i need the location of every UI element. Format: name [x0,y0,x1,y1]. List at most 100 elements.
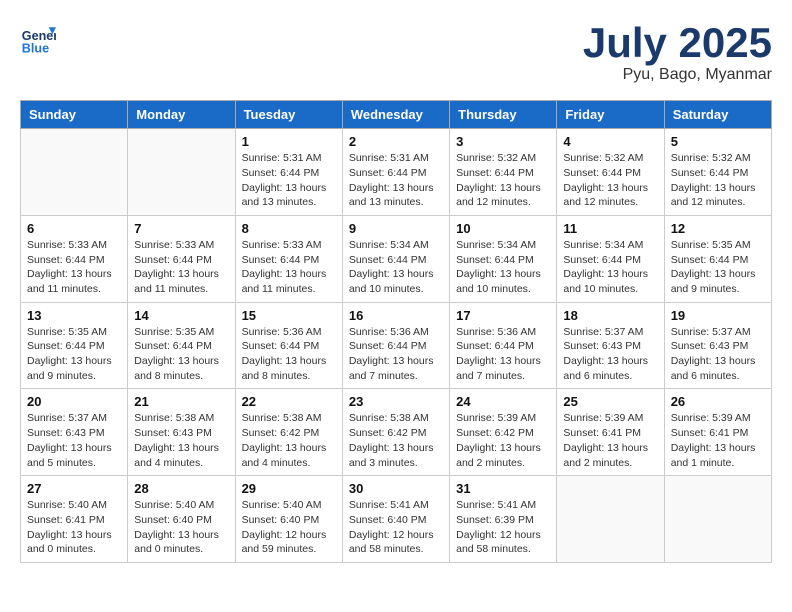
day-info: Sunrise: 5:31 AM Sunset: 6:44 PM Dayligh… [349,151,443,210]
calendar-cell: 21 Sunrise: 5:38 AM Sunset: 6:43 PM Dayli… [128,389,235,476]
day-info: Sunrise: 5:39 AM Sunset: 6:41 PM Dayligh… [671,411,765,470]
month-title: July 2025 [583,20,772,66]
page-header: General Blue July 2025 Pyu, Bago, Myanma… [20,20,772,84]
day-info: Sunrise: 5:32 AM Sunset: 6:44 PM Dayligh… [563,151,657,210]
calendar-cell: 6 Sunrise: 5:33 AM Sunset: 6:44 PM Daylig… [21,215,128,302]
calendar-cell: 28 Sunrise: 5:40 AM Sunset: 6:40 PM Dayli… [128,476,235,563]
calendar-cell: 22Sunrise: 5:38 AM Sunset: 6:42 PM Dayli… [235,389,342,476]
calendar-cell [557,476,664,563]
day-number: 8 [242,221,336,236]
day-info: Sunrise: 5:40 AM Sunset: 6:40 PM Dayligh… [242,498,336,557]
day-number: 22 [242,394,336,409]
calendar-cell [664,476,771,563]
calendar-cell: 8 Sunrise: 5:33 AM Sunset: 6:44 PM Daylig… [235,215,342,302]
day-number: 14 [134,308,228,323]
calendar-cell: 14 Sunrise: 5:35 AM Sunset: 6:44 PM Dayli… [128,302,235,389]
day-info: Sunrise: 5:33 AM Sunset: 6:44 PM Dayligh… [134,238,228,297]
calendar-cell: 23 Sunrise: 5:38 AM Sunset: 6:42 PM Dayli… [342,389,449,476]
calendar-cell: 7 Sunrise: 5:33 AM Sunset: 6:44 PM Daylig… [128,215,235,302]
day-number: 15 [242,308,336,323]
calendar-week-5: 27 Sunrise: 5:40 AM Sunset: 6:41 PM Dayli… [21,476,772,563]
day-info: Sunrise: 5:34 AM Sunset: 6:44 PM Dayligh… [563,238,657,297]
calendar-cell: 18Sunrise: 5:37 AM Sunset: 6:43 PM Dayli… [557,302,664,389]
day-number: 24 [456,394,550,409]
day-number: 10 [456,221,550,236]
calendar-cell: 12 Sunrise: 5:35 AM Sunset: 6:44 PM Dayli… [664,215,771,302]
day-number: 26 [671,394,765,409]
day-info: Sunrise: 5:39 AM Sunset: 6:42 PM Dayligh… [456,411,550,470]
day-info: Sunrise: 5:40 AM Sunset: 6:41 PM Dayligh… [27,498,121,557]
day-number: 23 [349,394,443,409]
day-info: Sunrise: 5:41 AM Sunset: 6:39 PM Dayligh… [456,498,550,557]
day-number: 30 [349,481,443,496]
day-number: 7 [134,221,228,236]
calendar-cell [128,129,235,216]
logo-icon: General Blue [20,20,56,56]
day-info: Sunrise: 5:36 AM Sunset: 6:44 PM Dayligh… [242,325,336,384]
weekday-header-row: SundayMondayTuesdayWednesdayThursdayFrid… [21,101,772,129]
calendar-cell: 20 Sunrise: 5:37 AM Sunset: 6:43 PM Dayli… [21,389,128,476]
day-info: Sunrise: 5:40 AM Sunset: 6:40 PM Dayligh… [134,498,228,557]
weekday-header-saturday: Saturday [664,101,771,129]
calendar-cell: 1 Sunrise: 5:31 AM Sunset: 6:44 PM Daylig… [235,129,342,216]
day-info: Sunrise: 5:35 AM Sunset: 6:44 PM Dayligh… [27,325,121,384]
day-number: 6 [27,221,121,236]
day-number: 31 [456,481,550,496]
calendar-cell: 15 Sunrise: 5:36 AM Sunset: 6:44 PM Dayli… [235,302,342,389]
calendar-week-2: 6 Sunrise: 5:33 AM Sunset: 6:44 PM Daylig… [21,215,772,302]
day-number: 4 [563,134,657,149]
calendar-cell: 17Sunrise: 5:36 AM Sunset: 6:44 PM Dayli… [450,302,557,389]
calendar-cell: 16 Sunrise: 5:36 AM Sunset: 6:44 PM Dayli… [342,302,449,389]
weekday-header-thursday: Thursday [450,101,557,129]
day-number: 21 [134,394,228,409]
day-number: 16 [349,308,443,323]
calendar-cell: 13 Sunrise: 5:35 AM Sunset: 6:44 PM Dayli… [21,302,128,389]
day-number: 9 [349,221,443,236]
day-info: Sunrise: 5:37 AM Sunset: 6:43 PM Dayligh… [27,411,121,470]
day-info: Sunrise: 5:38 AM Sunset: 6:43 PM Dayligh… [134,411,228,470]
weekday-header-wednesday: Wednesday [342,101,449,129]
day-number: 29 [242,481,336,496]
logo: General Blue [20,20,56,56]
calendar-cell: 24 Sunrise: 5:39 AM Sunset: 6:42 PM Dayli… [450,389,557,476]
day-number: 1 [242,134,336,149]
day-info: Sunrise: 5:37 AM Sunset: 6:43 PM Dayligh… [671,325,765,384]
calendar-week-4: 20 Sunrise: 5:37 AM Sunset: 6:43 PM Dayli… [21,389,772,476]
day-number: 5 [671,134,765,149]
calendar-cell: 11Sunrise: 5:34 AM Sunset: 6:44 PM Dayli… [557,215,664,302]
day-number: 13 [27,308,121,323]
title-block: July 2025 Pyu, Bago, Myanmar [583,20,772,84]
day-number: 3 [456,134,550,149]
calendar-cell: 5 Sunrise: 5:32 AM Sunset: 6:44 PM Daylig… [664,129,771,216]
day-info: Sunrise: 5:33 AM Sunset: 6:44 PM Dayligh… [27,238,121,297]
weekday-header-sunday: Sunday [21,101,128,129]
day-number: 28 [134,481,228,496]
calendar-cell: 3Sunrise: 5:32 AM Sunset: 6:44 PM Daylig… [450,129,557,216]
day-number: 19 [671,308,765,323]
calendar-week-3: 13 Sunrise: 5:35 AM Sunset: 6:44 PM Dayli… [21,302,772,389]
day-info: Sunrise: 5:34 AM Sunset: 6:44 PM Dayligh… [349,238,443,297]
calendar-cell: 4 Sunrise: 5:32 AM Sunset: 6:44 PM Daylig… [557,129,664,216]
day-info: Sunrise: 5:38 AM Sunset: 6:42 PM Dayligh… [349,411,443,470]
day-info: Sunrise: 5:36 AM Sunset: 6:44 PM Dayligh… [349,325,443,384]
day-number: 18 [563,308,657,323]
day-number: 25 [563,394,657,409]
calendar-cell: 2Sunrise: 5:31 AM Sunset: 6:44 PM Daylig… [342,129,449,216]
day-number: 12 [671,221,765,236]
calendar-cell: 9 Sunrise: 5:34 AM Sunset: 6:44 PM Daylig… [342,215,449,302]
day-info: Sunrise: 5:35 AM Sunset: 6:44 PM Dayligh… [134,325,228,384]
day-info: Sunrise: 5:34 AM Sunset: 6:44 PM Dayligh… [456,238,550,297]
calendar-cell: 27 Sunrise: 5:40 AM Sunset: 6:41 PM Dayli… [21,476,128,563]
calendar-cell: 29 Sunrise: 5:40 AM Sunset: 6:40 PM Dayli… [235,476,342,563]
day-number: 27 [27,481,121,496]
day-info: Sunrise: 5:41 AM Sunset: 6:40 PM Dayligh… [349,498,443,557]
weekday-header-tuesday: Tuesday [235,101,342,129]
day-info: Sunrise: 5:31 AM Sunset: 6:44 PM Dayligh… [242,151,336,210]
calendar-cell: 26 Sunrise: 5:39 AM Sunset: 6:41 PM Dayli… [664,389,771,476]
day-info: Sunrise: 5:33 AM Sunset: 6:44 PM Dayligh… [242,238,336,297]
day-info: Sunrise: 5:35 AM Sunset: 6:44 PM Dayligh… [671,238,765,297]
day-info: Sunrise: 5:36 AM Sunset: 6:44 PM Dayligh… [456,325,550,384]
day-info: Sunrise: 5:32 AM Sunset: 6:44 PM Dayligh… [671,151,765,210]
calendar-cell: 31 Sunrise: 5:41 AM Sunset: 6:39 PM Dayli… [450,476,557,563]
day-number: 20 [27,394,121,409]
